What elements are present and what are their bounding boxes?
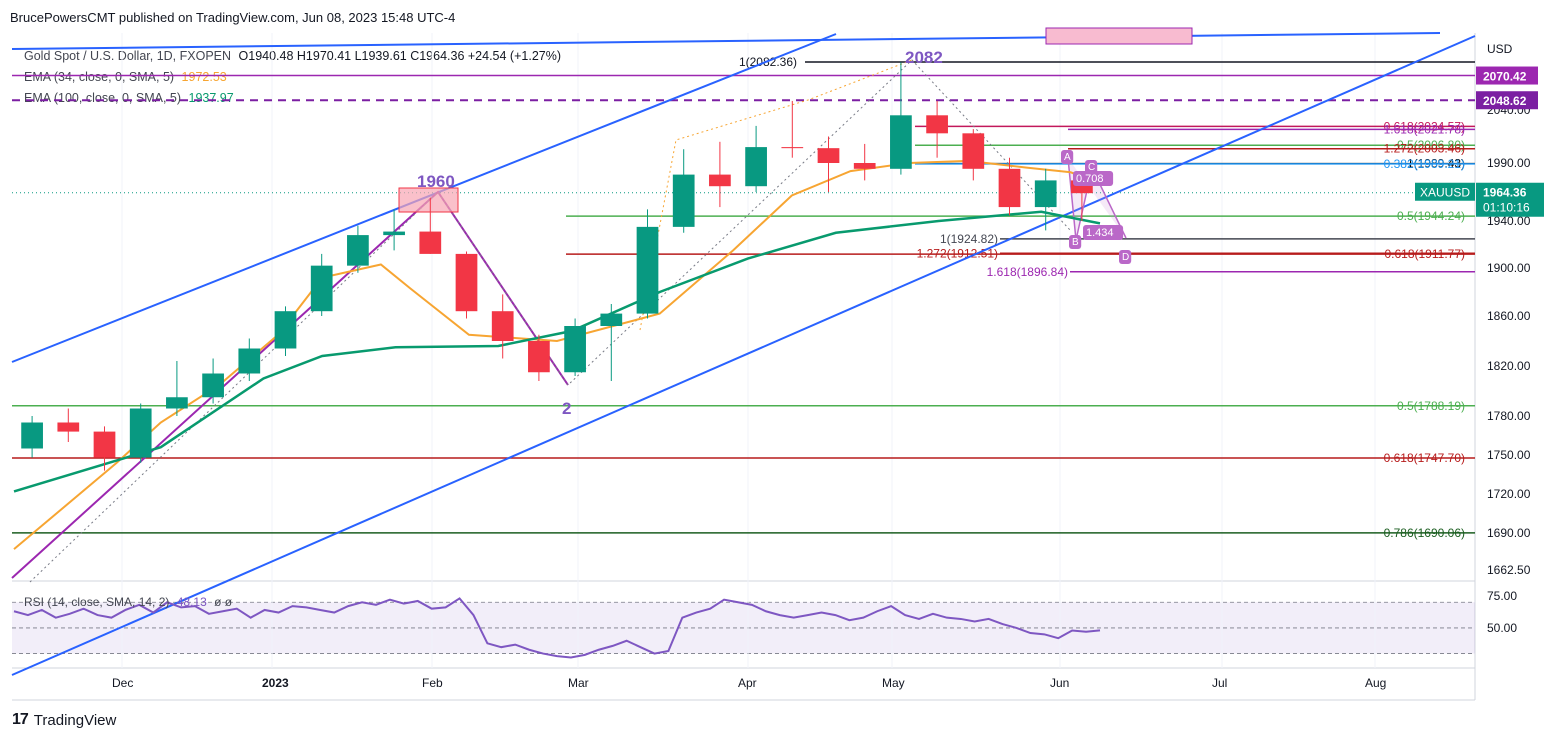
candle-body xyxy=(1034,180,1057,208)
candle-body xyxy=(202,373,224,398)
fib-label: 1.272(2003.46) xyxy=(1384,142,1465,156)
time-tick-label: Jul xyxy=(1212,676,1227,690)
rsi-extra: ø ø xyxy=(214,595,233,609)
price-tick-label: 1990.00 xyxy=(1487,156,1531,170)
symbol-badge-label: XAUUSD xyxy=(1420,186,1470,200)
candle-body xyxy=(926,115,948,134)
countdown-label: 01:10:16 xyxy=(1483,201,1530,215)
price-badge-label: 2070.42 xyxy=(1483,70,1527,84)
time-tick-label: Apr xyxy=(738,676,757,690)
candle-body xyxy=(491,311,514,341)
fib-levels-layer: 0.618(2024.57)1.618(2021.78)0.5(2006.80)… xyxy=(12,33,1475,668)
candle-body xyxy=(817,148,840,163)
price-chart[interactable]: 0.618(2024.57)1.618(2021.78)0.5(2006.80)… xyxy=(0,0,1562,743)
time-tick-label: Dec xyxy=(112,676,133,690)
fib-label: 0.618(1747.70) xyxy=(1384,451,1465,465)
candle-body xyxy=(347,235,369,266)
channel-lower-line[interactable] xyxy=(11,35,1476,676)
candle-body xyxy=(890,115,912,169)
candle-body xyxy=(853,163,876,169)
channel-top-line[interactable] xyxy=(11,32,1441,50)
label-B: B xyxy=(1072,237,1079,248)
peak-1960-box[interactable] xyxy=(398,187,459,213)
candle-body xyxy=(129,408,152,458)
time-tick-label: May xyxy=(882,676,905,690)
label-2: 2 xyxy=(562,399,571,418)
candle-body xyxy=(745,147,767,187)
rsi-tick-label: 50.00 xyxy=(1487,621,1517,635)
candle-body xyxy=(781,147,804,149)
rsi-label: RSI (14, close, SMA, 14, 2) xyxy=(24,595,170,609)
candle-body xyxy=(962,133,985,169)
fib-label: 1.618(2021.78) xyxy=(1384,122,1465,136)
price-tick-label: 1780.00 xyxy=(1487,409,1531,423)
candle-body xyxy=(419,231,442,254)
fib-label: 0.382(1989.21) xyxy=(1384,157,1465,171)
price-tick-label: 1820.00 xyxy=(1487,359,1531,373)
price-tick-label: 1690.00 xyxy=(1487,526,1531,540)
candle-body xyxy=(166,397,188,409)
dotted-wave-line xyxy=(29,59,1071,583)
candle-body xyxy=(998,168,1021,208)
candle-body xyxy=(600,313,623,326)
tradingview-brand: TradingView xyxy=(33,711,117,729)
label-A: A xyxy=(1064,152,1071,163)
label-1960: 1960 xyxy=(417,172,455,191)
candle-body xyxy=(455,253,478,312)
tradingview-footer[interactable]: 17 TradingView xyxy=(12,711,116,729)
time-tick-label: Mar xyxy=(568,676,589,690)
ema34-line xyxy=(13,159,1101,550)
time-tick-label: 2023 xyxy=(262,676,289,690)
label-D: D xyxy=(1122,252,1129,263)
fib-label: 1(1924.82) xyxy=(940,232,998,246)
fib-label: 0.5(1944.24) xyxy=(1397,209,1465,223)
candle-body xyxy=(709,174,731,187)
candle-body xyxy=(672,174,695,227)
price-badge-label: 2048.62 xyxy=(1483,94,1527,108)
candle-body xyxy=(274,311,297,349)
fib-label: 0.786(1690.06) xyxy=(1384,526,1465,540)
ema-layer xyxy=(13,159,1101,550)
fib-label: 0.5(1788.19) xyxy=(1397,399,1465,413)
label-2082: 2082 xyxy=(905,48,943,67)
fib-label: 0.618(1911.77) xyxy=(1384,247,1465,261)
price-tick-label: 1860.00 xyxy=(1487,309,1531,323)
candle-body xyxy=(636,226,659,314)
rsi-legend[interactable]: RSI (14, close, SMA, 14, 2) 48.13 ø ø xyxy=(24,595,232,609)
price-tick-label: 1750.00 xyxy=(1487,448,1531,462)
fib-label: 1.618(1896.84) xyxy=(987,265,1068,279)
top-highlight-box[interactable] xyxy=(1045,27,1193,45)
drawings-layer xyxy=(11,27,1476,676)
fib-label: 1.272(1912.51) xyxy=(917,246,998,260)
price-tick-label: 1900.00 xyxy=(1487,261,1531,275)
time-tick-label: Aug xyxy=(1365,676,1386,690)
price-tick-label: 1662.50 xyxy=(1487,563,1531,577)
rsi-tick-label: 75.00 xyxy=(1487,589,1517,603)
tradingview-logo-icon: 17 xyxy=(12,711,29,728)
candle-body xyxy=(238,348,261,374)
label-0708: 0.708 xyxy=(1076,173,1104,185)
time-tick-label: Jun xyxy=(1050,676,1069,690)
candle-body xyxy=(564,326,586,373)
candle-body xyxy=(57,422,80,432)
candle-body xyxy=(21,422,43,449)
label-1434: 1.434 xyxy=(1086,227,1114,239)
time-tick-label: Feb xyxy=(422,676,443,690)
currency-label: USD xyxy=(1487,42,1513,56)
candle-body xyxy=(93,431,116,458)
price-tick-label: 1720.00 xyxy=(1487,487,1531,501)
last-price-label: 1964.36 xyxy=(1483,186,1527,200)
candle-body xyxy=(383,231,405,236)
candle-body xyxy=(310,265,333,312)
candle-body xyxy=(528,341,550,373)
rsi-value: 48.13 xyxy=(176,595,207,609)
